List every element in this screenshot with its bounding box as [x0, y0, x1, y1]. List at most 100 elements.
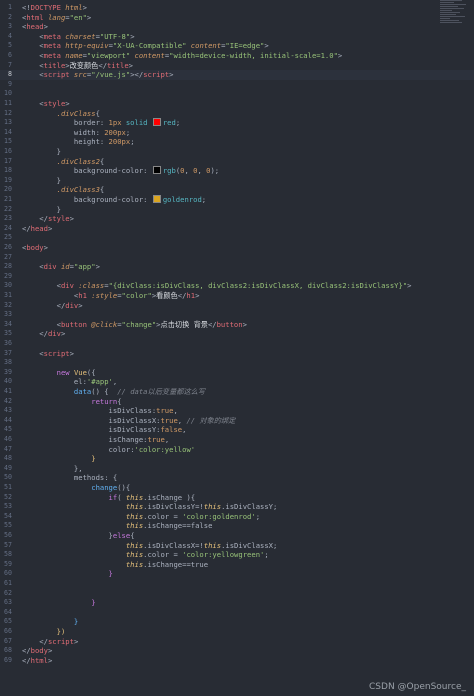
- code-token: </: [98, 60, 108, 70]
- code-line[interactable]: 14 width: 200px;: [0, 128, 474, 138]
- code-line[interactable]: 34 <button @click="change">点击切换 背景</butt…: [0, 320, 474, 330]
- code-line[interactable]: 15 height: 200px;: [0, 137, 474, 147]
- code-line[interactable]: 12 .divClass{: [0, 109, 474, 119]
- code-line[interactable]: 49 },: [0, 464, 474, 474]
- code-line[interactable]: 63 }: [0, 598, 474, 608]
- code-token: script: [43, 70, 70, 80]
- code-text: </style>: [22, 214, 74, 224]
- code-line[interactable]: 29: [0, 272, 474, 282]
- code-token: if: [22, 492, 118, 502]
- line-number: 8: [8, 70, 12, 79]
- code-text: }: [22, 598, 95, 608]
- code-line[interactable]: 62: [0, 589, 474, 599]
- code-line[interactable]: 3 <head>: [0, 22, 474, 32]
- code-line[interactable]: 9: [0, 80, 474, 90]
- code-text: }: [22, 147, 61, 157]
- color-swatch-icon[interactable]: [152, 195, 161, 203]
- code-line[interactable]: 19 }: [0, 176, 474, 186]
- code-token: "UTF-8": [99, 31, 131, 41]
- code-line[interactable]: 47 color:'color:yellow': [0, 445, 474, 455]
- code-line[interactable]: 68 </body>: [0, 646, 474, 656]
- code-line[interactable]: 43 isDivClass:true,: [0, 406, 474, 416]
- code-line[interactable]: 41 data() { // data以后变量都这么写: [0, 387, 474, 397]
- code-line[interactable]: 58 this.color = 'color:yellowgreen';: [0, 550, 474, 560]
- code-line[interactable]: 52 if( this.isChange ){: [0, 493, 474, 503]
- code-line[interactable]: 6 <meta name="viewport" content="width=d…: [0, 51, 474, 61]
- minimap[interactable]: [440, 0, 470, 40]
- line-number: 26: [4, 243, 12, 251]
- code-line[interactable]: 37 <script>: [0, 349, 474, 359]
- code-text: <style>: [22, 99, 69, 109]
- code-line[interactable]: 69 </html>: [0, 656, 474, 666]
- line-number: 2: [8, 12, 12, 21]
- code-line[interactable]: 17 .divClass2{: [0, 157, 474, 167]
- code-line[interactable]: 32 </div>: [0, 301, 474, 311]
- code-line[interactable]: 50 methods: {: [0, 473, 474, 483]
- code-token: border: [22, 118, 100, 128]
- code-line[interactable]: 20 .divClass3{: [0, 185, 474, 195]
- code-line[interactable]: 25: [0, 233, 474, 243]
- code-line[interactable]: 64: [0, 608, 474, 618]
- code-line[interactable]: 10: [0, 89, 474, 99]
- line-number: 47: [4, 444, 12, 453]
- code-line[interactable]: 26 <body>: [0, 243, 474, 253]
- code-line[interactable]: 55 this.isChange==false: [0, 521, 474, 531]
- code-line[interactable]: 4 <meta charset="UTF-8">: [0, 32, 474, 42]
- code-line[interactable]: 18 background-color: rgb(0, 0, 0);: [0, 166, 474, 176]
- code-token: 看颜色: [156, 291, 178, 300]
- line-number: 65: [4, 617, 12, 626]
- color-swatch-icon[interactable]: [152, 166, 161, 175]
- code-line[interactable]: 54 this.color = 'color:goldenrod';: [0, 512, 474, 522]
- code-line[interactable]: 31 <h1 :style="color">看颜色</h1>: [0, 291, 474, 301]
- code-line[interactable]: 35 </div>: [0, 329, 474, 339]
- code-token: </: [22, 300, 66, 310]
- code-line[interactable]: 45 isDivClassY:false,: [0, 425, 474, 435]
- code-text: <h1 :style="color">看颜色</h1>: [22, 291, 199, 301]
- code-editor[interactable]: 1 <!DOCTYPE html> 2 <html lang="en"> 3 <head>…: [0, 0, 474, 696]
- code-line[interactable]: 23 </style>: [0, 214, 474, 224]
- code-line[interactable]: 44 isDivClassX:true, // 对象的绑定: [0, 416, 474, 426]
- code-line[interactable]: 53 this.isDivClassY=!this.isDivClassY;: [0, 502, 474, 512]
- code-line[interactable]: 66 }): [0, 627, 474, 637]
- code-line[interactable]: 30 <div :class="{divClass:isDivClass, di…: [0, 281, 474, 291]
- code-line[interactable]: 59 this.isChange==true: [0, 560, 474, 570]
- code-line[interactable]: 8 <script src="/vue.js"></script>: [0, 70, 474, 80]
- code-line[interactable]: 33: [0, 310, 474, 320]
- line-number: 39: [4, 367, 12, 376]
- code-line[interactable]: 36: [0, 339, 474, 349]
- code-line[interactable]: 7 <title>改变颜色</title>: [0, 61, 474, 71]
- code-line[interactable]: 48 }: [0, 454, 474, 464]
- code-text: </html>: [22, 656, 52, 666]
- code-line[interactable]: 51 change(){: [0, 483, 474, 493]
- code-token: <!: [22, 3, 31, 12]
- code-line[interactable]: 27: [0, 253, 474, 263]
- code-line[interactable]: 21 background-color: goldenrod;: [0, 195, 474, 205]
- code-line[interactable]: 39 new Vue({: [0, 368, 474, 378]
- color-swatch-icon[interactable]: [152, 118, 161, 127]
- code-token: </: [22, 329, 48, 339]
- code-line[interactable]: 65 }: [0, 617, 474, 627]
- code-text: }: [22, 176, 61, 186]
- code-line[interactable]: 5 <meta http-equiv="X-UA-Compatible" con…: [0, 41, 474, 51]
- code-line[interactable]: 24 </head>: [0, 224, 474, 234]
- code-line[interactable]: 40 el:'#app',: [0, 377, 474, 387]
- code-line[interactable]: 28 <div id="app">: [0, 262, 474, 272]
- code-line[interactable]: 46 isChange:true,: [0, 435, 474, 445]
- code-token: {: [99, 185, 105, 195]
- code-line[interactable]: 1 <!DOCTYPE html>: [0, 3, 474, 13]
- code-token: "/vue.js": [91, 70, 131, 80]
- code-line[interactable]: 61: [0, 579, 474, 589]
- code-line[interactable]: 22 }: [0, 205, 474, 215]
- code-line[interactable]: 38: [0, 358, 474, 368]
- code-line[interactable]: 67 </script>: [0, 637, 474, 647]
- code-line[interactable]: 42 return{: [0, 397, 474, 407]
- code-line[interactable]: 60 }: [0, 569, 474, 579]
- code-token: </: [207, 319, 217, 329]
- code-text: new Vue({: [22, 368, 96, 378]
- code-line[interactable]: 57 this.isDivClassX=!this.isDivClassX;: [0, 541, 474, 551]
- code-line[interactable]: 13 border: 1px solid red;: [0, 118, 474, 128]
- code-line[interactable]: 2 <html lang="en">: [0, 13, 474, 23]
- code-line[interactable]: 56 }else{: [0, 531, 474, 541]
- code-line[interactable]: 16 }: [0, 147, 474, 157]
- code-line[interactable]: 11 <style>: [0, 99, 474, 109]
